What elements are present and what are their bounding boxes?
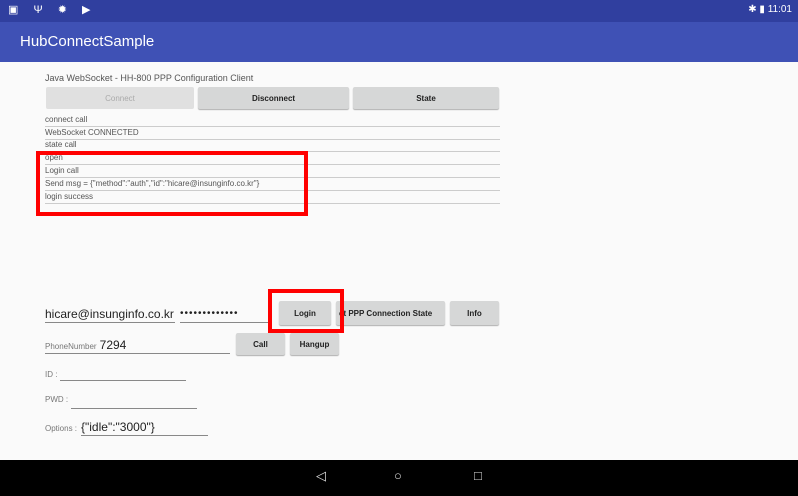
disconnect-button[interactable]: Disconnect: [198, 87, 349, 109]
client-title: Java WebSocket - HH-800 PPP Configuratio…: [45, 73, 254, 83]
notification-icons: ▣ Ψ ✹ ▶: [8, 4, 97, 16]
hangup-button[interactable]: Hangup: [290, 333, 339, 355]
bluetooth-battery-icons: ✱ ▮: [748, 4, 765, 15]
get-ppp-connection-state-button[interactable]: et PPP Connection State: [336, 301, 445, 325]
system-status: ✱ ▮ 11:01: [748, 4, 792, 15]
status-bar: ▣ Ψ ✹ ▶ ✱ ▮ 11:01: [0, 0, 798, 22]
log-line: connect call: [45, 114, 500, 127]
app-title: HubConnectSample: [20, 33, 155, 50]
state-button[interactable]: State: [353, 87, 499, 109]
options-label: Options :: [45, 424, 78, 433]
navigation-bar: ◁ ○ □: [0, 460, 798, 496]
password-field[interactable]: •••••••••••••: [180, 306, 270, 323]
main-content: Java WebSocket - HH-800 PPP Configuratio…: [0, 62, 798, 460]
log-highlight-box: [36, 151, 308, 216]
options-field[interactable]: {"idle":"3000"}: [81, 419, 208, 436]
recents-icon[interactable]: □: [474, 468, 482, 483]
login-highlight-box: [268, 289, 344, 333]
phone-number-field[interactable]: PhoneNumber 7294: [45, 337, 230, 354]
call-button[interactable]: Call: [236, 333, 285, 355]
phone-number-label: PhoneNumber: [45, 342, 97, 351]
pwd-field[interactable]: [71, 392, 197, 409]
home-icon[interactable]: ○: [394, 468, 402, 483]
id-field[interactable]: [60, 364, 186, 381]
back-icon[interactable]: ◁: [316, 468, 326, 484]
pwd-label: PWD :: [45, 395, 69, 404]
app-bar: HubConnectSample: [0, 22, 798, 62]
email-field[interactable]: hicare@insunginfo.co.kr: [45, 306, 175, 323]
info-button[interactable]: Info: [450, 301, 499, 325]
clock: 11:01: [767, 4, 792, 15]
phone-number-value: 7294: [99, 338, 127, 352]
connect-button[interactable]: Connect: [46, 87, 194, 109]
id-label: ID :: [45, 370, 58, 379]
